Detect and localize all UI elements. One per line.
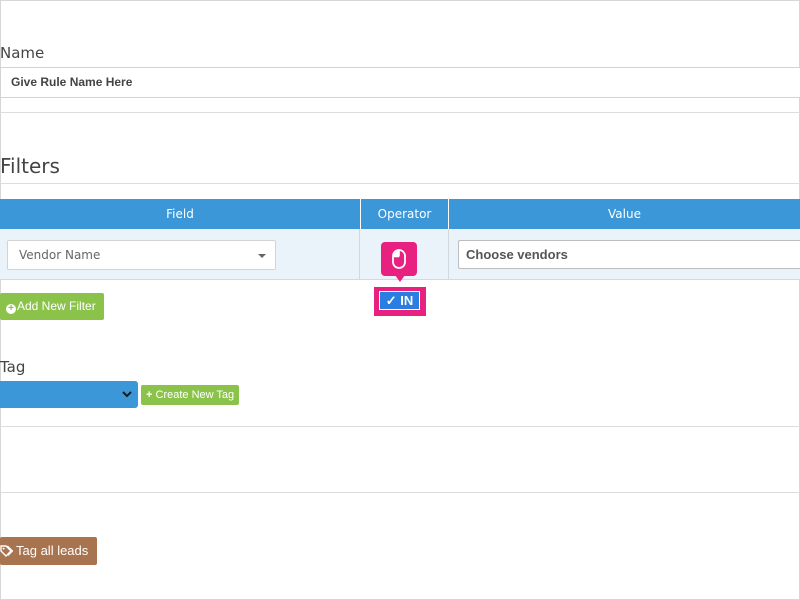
mouse-icon bbox=[392, 249, 406, 269]
column-header-value: Value bbox=[608, 207, 641, 221]
add-filter-label: Add New Filter bbox=[17, 299, 96, 313]
plus-circle-icon: + bbox=[6, 304, 16, 314]
field-select[interactable]: Vendor Name bbox=[7, 240, 276, 270]
caret-down-icon bbox=[258, 254, 266, 258]
field-select-value: Vendor Name bbox=[19, 248, 101, 262]
divider bbox=[0, 492, 800, 493]
vendor-value-input[interactable]: Choose vendors bbox=[458, 240, 800, 269]
column-header-field: Field bbox=[166, 207, 194, 221]
column-divider bbox=[448, 229, 449, 280]
divider bbox=[0, 426, 800, 427]
filters-title: Filters bbox=[0, 154, 60, 178]
plus-icon: + bbox=[146, 389, 153, 401]
rule-name-input[interactable]: Give Rule Name Here bbox=[0, 67, 800, 98]
tag-all-leads-button[interactable]: Tag all leads bbox=[0, 537, 97, 565]
create-tag-label: Create New Tag bbox=[155, 389, 235, 401]
divider bbox=[0, 112, 800, 113]
add-new-filter-button[interactable]: + Add New Filter bbox=[0, 293, 104, 320]
chevron-down-icon bbox=[122, 391, 132, 398]
mouse-cursor-indicator bbox=[381, 242, 417, 282]
tag-select[interactable] bbox=[0, 381, 138, 408]
create-new-tag-button[interactable]: + Create New Tag bbox=[141, 385, 239, 405]
tags-icon bbox=[0, 545, 13, 557]
divider bbox=[0, 183, 800, 184]
operator-option-in[interactable]: ✓ IN bbox=[379, 291, 420, 310]
filters-table-header: Field Operator Value bbox=[0, 199, 800, 229]
column-header-operator: Operator bbox=[360, 199, 449, 229]
operator-option-highlight: ✓ IN bbox=[374, 287, 426, 316]
name-label: Name bbox=[0, 44, 45, 62]
tag-all-label: Tag all leads bbox=[16, 543, 89, 558]
column-divider bbox=[359, 229, 360, 280]
tag-label: Tag bbox=[0, 358, 26, 376]
